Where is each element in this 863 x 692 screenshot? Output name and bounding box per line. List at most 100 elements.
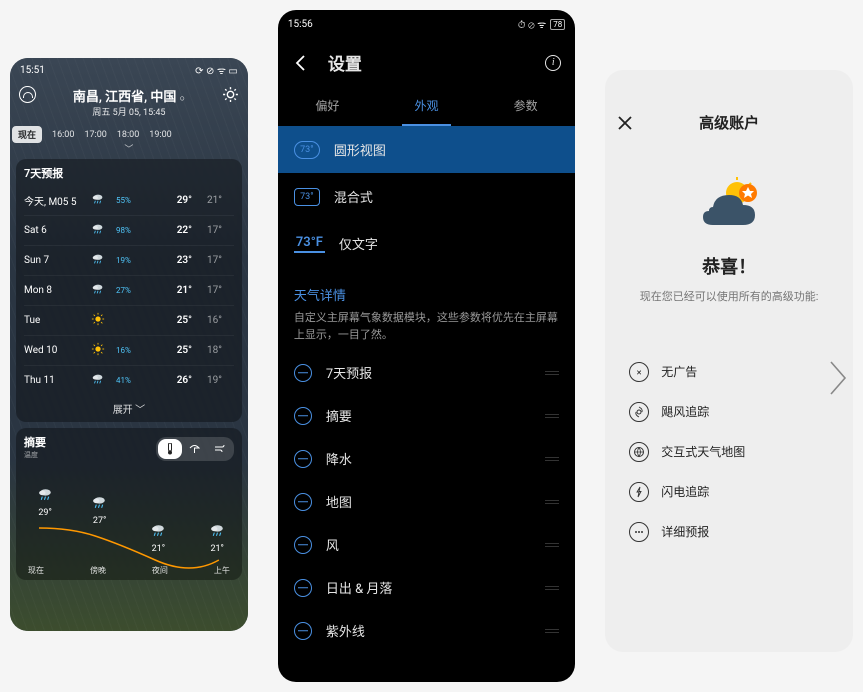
drag-handle-icon[interactable] (545, 543, 559, 547)
expand-button[interactable]: 展开 ﹀ (24, 395, 234, 420)
detail-label: 日出 & 月落 (326, 578, 393, 597)
view-option-text[interactable]: 73°F 仅文字 (278, 220, 575, 267)
drag-handle-icon[interactable] (545, 586, 559, 590)
bolt-icon (629, 482, 649, 502)
x-label: 现在 (28, 565, 44, 576)
high-temp: 26° (146, 375, 192, 386)
chart-point: 27° (91, 494, 108, 526)
summary-tabs[interactable] (156, 437, 234, 461)
remove-icon[interactable] (294, 407, 312, 425)
status-bar: 15:56 ⏱ ⊘ ᯤ 78 (278, 10, 575, 38)
chart-point: 21° (150, 522, 167, 554)
feature-label: 闪电追踪 (661, 483, 709, 500)
low-temp: 19° (192, 375, 222, 386)
forecast-title: 7天预报 (24, 165, 234, 181)
temp-chart: 29° 27° 21° 21° 现在 傍晚 夜间 上午 (24, 468, 234, 578)
forecast-row[interactable]: Tue 25° 16° (24, 305, 234, 335)
day-label: Mon 8 (24, 285, 80, 296)
tab-params[interactable]: 参数 (476, 87, 575, 126)
low-temp: 17° (192, 285, 222, 296)
congrats-desc: 现在您已经可以使用所有的高级功能: (625, 289, 833, 306)
remove-icon[interactable] (294, 364, 312, 382)
high-temp: 22° (146, 225, 192, 236)
drag-handle-icon[interactable] (545, 371, 559, 375)
tab-appearance[interactable]: 外观 (377, 87, 476, 126)
section-title: 天气详情 (294, 285, 559, 304)
dots-icon (629, 522, 649, 542)
chart-point: 29° (37, 486, 54, 518)
settings-icon[interactable] (222, 86, 239, 103)
remove-icon[interactable] (294, 536, 312, 554)
remove-icon[interactable] (294, 579, 312, 597)
detail-row[interactable]: 摘要 (278, 394, 575, 437)
hurricane-icon (629, 402, 649, 422)
back-icon[interactable] (292, 54, 310, 72)
detail-row[interactable]: 紫外线 (278, 609, 575, 652)
globe-icon (629, 442, 649, 462)
forecast-row[interactable]: Wed 10 16% 25° 18° (24, 335, 234, 365)
detail-label: 摘要 (326, 406, 352, 425)
feature-row: 闪电追踪 (605, 472, 853, 512)
precip-pct: 16% (116, 346, 146, 355)
high-temp: 29° (146, 195, 192, 206)
chevron-down-icon[interactable]: ﹀ (10, 147, 248, 153)
remove-icon[interactable] (294, 622, 312, 640)
weather-icon (80, 252, 116, 269)
detail-row[interactable]: 风 (278, 523, 575, 566)
forecast-row[interactable]: 今天, M05 5 55% 29° 21° (24, 185, 234, 215)
no-ad-icon: ✕ (629, 362, 649, 382)
forecast-row[interactable]: Sat 6 98% 22° 17° (24, 215, 234, 245)
forecast-row[interactable]: Mon 8 27% 21° 17° (24, 275, 234, 305)
page-title: 高级账户 (699, 112, 759, 133)
forecast-row[interactable]: Thu 11 41% 26° 19° (24, 365, 234, 395)
status-icons: ⏱ ⊘ ᯤ 78 (518, 17, 565, 31)
detail-row[interactable]: 日出 & 月落 (278, 566, 575, 609)
weather-icon (80, 192, 116, 209)
location-title[interactable]: 南昌, 江西省, 中国 ○ (10, 86, 248, 105)
chart-point: 21° (209, 522, 226, 554)
day-label: Sun 7 (24, 255, 80, 266)
x-label: 夜间 (152, 565, 168, 576)
detail-row[interactable]: 降水 (278, 437, 575, 480)
section-desc: 自定义主屏幕气象数据模块，这些参数将优先在主屏幕上显示，一目了然。 (294, 310, 559, 343)
weather-icon (80, 282, 116, 299)
chevron-down-icon: ﹀ (135, 405, 145, 416)
view-option-mixed[interactable]: 73° 混合式 (278, 173, 575, 220)
square-badge-icon: 73° (294, 188, 320, 206)
drag-handle-icon[interactable] (545, 500, 559, 504)
header: 高级账户 (605, 98, 853, 147)
temp-tab-icon[interactable] (158, 439, 182, 459)
day-label: Thu 11 (24, 375, 80, 386)
status-icons: ⟳ ⊘ ᯤ ▭ (195, 63, 238, 77)
low-temp: 16° (192, 315, 222, 326)
feature-label: 详细预报 (661, 523, 709, 540)
forecast-row[interactable]: Sun 7 19% 23° 17° (24, 245, 234, 275)
feature-row: 交互式天气地图 (605, 432, 853, 472)
drag-handle-icon[interactable] (545, 457, 559, 461)
info-icon[interactable]: i (545, 55, 561, 71)
view-option-circle[interactable]: 73° 圆形视图 (278, 126, 575, 173)
status-time: 15:56 (288, 19, 313, 30)
status-bar (605, 70, 853, 98)
summary-card: 摘要温度 29° 27° 21° 21° 现在 (16, 428, 242, 580)
chevron-left-icon[interactable] (12, 358, 32, 390)
detail-row[interactable]: 地图 (278, 480, 575, 523)
precip-pct: 98% (116, 226, 146, 235)
chevron-right-icon[interactable] (827, 360, 849, 396)
drag-handle-icon[interactable] (545, 629, 559, 633)
umbrella-tab-icon[interactable] (182, 439, 207, 459)
tab-preferences[interactable]: 偏好 (278, 87, 377, 126)
high-temp: 23° (146, 255, 192, 266)
hourly-strip[interactable]: 现在 16:00 17:00 18:00 19:00 (10, 122, 248, 147)
remove-icon[interactable] (294, 450, 312, 468)
wind-tab-icon[interactable] (207, 439, 232, 459)
close-icon[interactable] (617, 115, 633, 131)
hourly-now[interactable]: 现在 (12, 126, 42, 143)
low-temp: 18° (192, 345, 222, 356)
low-temp: 21° (192, 195, 222, 206)
drag-handle-icon[interactable] (545, 414, 559, 418)
precip-pct: 41% (116, 376, 146, 385)
day-label: Tue (24, 315, 80, 326)
remove-icon[interactable] (294, 493, 312, 511)
detail-row[interactable]: 7天预报 (278, 351, 575, 394)
